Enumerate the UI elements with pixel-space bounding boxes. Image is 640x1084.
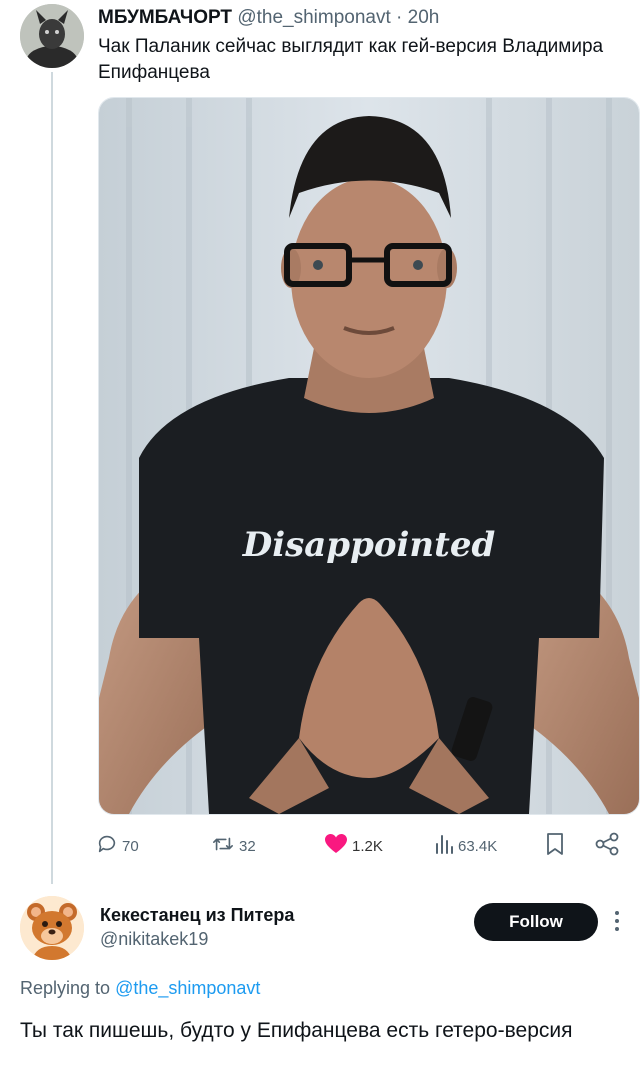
tweet-content: МБУМБАЧОРТ @the_shimponavt · 20h Чак Пал… bbox=[98, 6, 628, 86]
author-display-name[interactable]: МБУМБАЧОРТ bbox=[98, 7, 232, 28]
tweet-header: МБУМБАЧОРТ @the_shimponavt · 20h bbox=[98, 6, 628, 30]
reply-text: Ты так пишешь, будто у Епифанцева есть г… bbox=[20, 1019, 573, 1042]
bookmark-icon bbox=[544, 832, 570, 860]
tweet-timestamp[interactable]: 20h bbox=[408, 7, 440, 28]
like-button[interactable]: 1.2K bbox=[324, 832, 383, 860]
tweet-text: Чак Паланик сейчас выглядит как гей-верс… bbox=[98, 36, 604, 83]
tweet-photo[interactable]: Disappointed bbox=[98, 97, 640, 815]
share-button[interactable] bbox=[594, 832, 624, 860]
views-count: 63.4K bbox=[458, 837, 498, 855]
reply-author-display-name[interactable]: Кекестанец из Питера bbox=[100, 903, 294, 927]
author-handle[interactable]: @the_shimponavt bbox=[237, 7, 390, 28]
reply-button[interactable]: 70 bbox=[96, 832, 139, 860]
comment-icon bbox=[96, 833, 122, 859]
bookmark-button[interactable] bbox=[544, 832, 570, 860]
heart-icon bbox=[324, 833, 352, 859]
share-icon bbox=[594, 832, 624, 860]
like-count: 1.2K bbox=[352, 837, 383, 855]
views-button[interactable]: 63.4K bbox=[434, 832, 497, 860]
tweet-action-bar: 70 32 1.2K 63.4K bbox=[96, 832, 632, 860]
avatar[interactable] bbox=[20, 896, 84, 960]
avatar[interactable] bbox=[20, 4, 84, 68]
replying-to-mention[interactable]: @the_shimponavt bbox=[115, 978, 260, 998]
replying-to-prefix: Replying to bbox=[20, 978, 111, 998]
views-bar-chart-icon bbox=[434, 833, 458, 859]
reply-count: 70 bbox=[122, 837, 139, 855]
retweet-icon bbox=[211, 833, 239, 859]
reply-author-handle[interactable]: @nikitakek19 bbox=[100, 927, 294, 951]
replying-to-line: Replying to @the_shimponavt bbox=[20, 978, 260, 999]
shirt-print-text: Disappointed bbox=[242, 525, 496, 565]
reply-author[interactable]: Кекестанец из Питера @nikitakek19 bbox=[100, 903, 294, 951]
more-options-icon[interactable] bbox=[614, 910, 620, 937]
separator-dot: · bbox=[396, 7, 403, 28]
retweet-count: 32 bbox=[239, 837, 256, 855]
retweet-button[interactable]: 32 bbox=[211, 832, 256, 860]
follow-button[interactable]: Follow bbox=[474, 903, 598, 941]
thread-connector-line bbox=[51, 72, 53, 884]
